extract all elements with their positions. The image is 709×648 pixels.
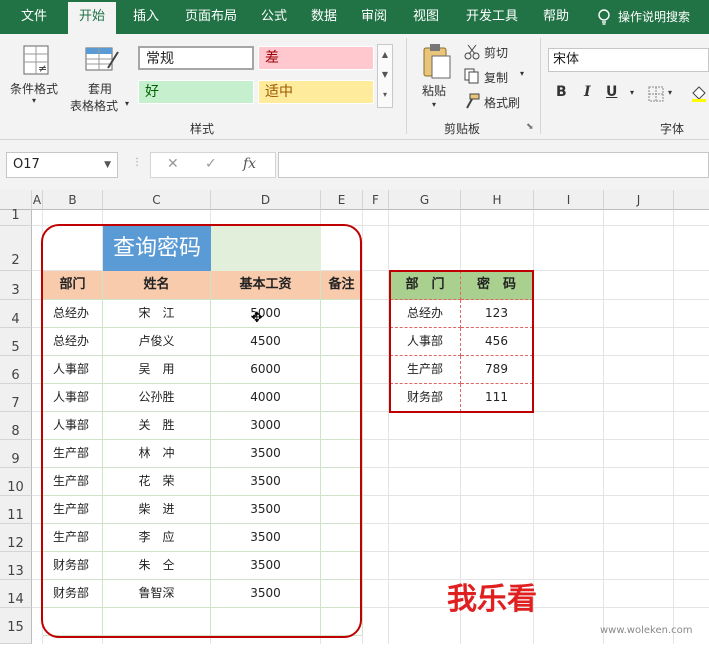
row-header-8[interactable]: 8 (0, 412, 32, 440)
style-normal[interactable]: 常规 (138, 46, 254, 70)
row-header-4[interactable]: 4 (0, 300, 32, 328)
col-header-k[interactable] (674, 190, 709, 210)
formula-buttons: ✕ ✓ fx (150, 152, 276, 178)
col-header-c[interactable]: C (103, 190, 211, 210)
table-format-label-1[interactable]: 套用 (88, 80, 112, 97)
chevron-down-icon: ▾ (630, 88, 635, 97)
enter-icon[interactable]: ✓ (205, 156, 217, 172)
tab-developer[interactable]: 开发工具 (456, 0, 528, 34)
col-header-a[interactable]: A (32, 190, 43, 210)
formula-bar: O17 ▼ ⋮ ✕ ✓ fx (0, 140, 709, 190)
row-header-13[interactable]: 13 (0, 552, 32, 580)
insert-function-icon[interactable]: fx (243, 156, 256, 172)
row-header-1[interactable]: 1 (0, 209, 32, 226)
conditional-format-icon: ≠ (23, 45, 49, 75)
col-header-g[interactable]: G (389, 190, 461, 210)
tab-file[interactable]: 文件 (6, 0, 62, 34)
paste-icon (423, 44, 451, 79)
font-group-label: 字体 (660, 122, 685, 136)
chevron-down-icon: ▼ (104, 160, 111, 170)
underline-button[interactable]: U (606, 84, 617, 100)
row-header-10[interactable]: 10 (0, 468, 32, 496)
tab-data[interactable]: 数据 (302, 0, 346, 34)
tab-page-layout[interactable]: 页面布局 (176, 0, 246, 34)
move-cursor-icon: ✥ (251, 310, 263, 326)
col-header-j[interactable]: J (604, 190, 674, 210)
table-format-label-2[interactable]: 表格格式 (70, 97, 118, 114)
row-header-15[interactable]: 15 (0, 608, 32, 644)
tell-me-search[interactable]: 操作说明搜索 (618, 0, 709, 34)
copy-icon (464, 68, 479, 84)
ribbon-tab-bar: 文件 开始 插入 页面布局 公式 数据 审阅 视图 开发工具 帮助 操作说明搜索 (0, 0, 709, 34)
group-separator (540, 38, 541, 134)
scissors-icon (464, 44, 480, 60)
style-neutral[interactable]: 适中 (258, 80, 374, 104)
chevron-down-icon: ▾ (432, 100, 437, 109)
col-header-f[interactable]: F (363, 190, 389, 210)
conditional-format-button[interactable]: 条件格式 (10, 80, 58, 97)
cut-button[interactable]: 剪切 (484, 44, 508, 61)
bold-button[interactable]: B (556, 84, 567, 100)
ribbon-home: ≠ 条件格式 ▾ 套用 表格格式 ▾ 常规 差 好 适中 ▲ ▼ ▾ 样式 粘贴 ▾… (0, 34, 709, 140)
dialog-launcher-icon[interactable]: ⬊ (526, 122, 534, 132)
employee-table-outline (41, 224, 362, 638)
chevron-down-icon: ▾ (125, 99, 130, 108)
name-box-value: O17 (13, 157, 40, 172)
name-box[interactable]: O17 ▼ (6, 152, 118, 178)
styles-scroll[interactable]: ▲ ▼ ▾ (377, 44, 393, 108)
row-header-12[interactable]: 12 (0, 524, 32, 552)
row-header-11[interactable]: 11 (0, 496, 32, 524)
watermark-logo: 我乐看 (447, 582, 537, 617)
style-bad[interactable]: 差 (258, 46, 374, 70)
borders-icon[interactable] (648, 86, 664, 102)
svg-text:≠: ≠ (38, 62, 47, 75)
formula-input[interactable] (278, 152, 709, 178)
tab-view[interactable]: 视图 (402, 0, 450, 34)
tab-formulas[interactable]: 公式 (252, 0, 296, 34)
row-header-9[interactable]: 9 (0, 440, 32, 468)
tab-insert[interactable]: 插入 (122, 0, 170, 34)
format-painter-icon (466, 93, 480, 109)
tab-home[interactable]: 开始 (68, 2, 116, 34)
row-header-5[interactable]: 5 (0, 328, 32, 356)
chevron-down-icon: ▾ (520, 69, 525, 78)
password-table-outline (389, 270, 534, 413)
col-header-b[interactable]: B (43, 190, 103, 210)
col-header-d[interactable]: D (211, 190, 321, 210)
chevron-down-icon: ▾ (668, 88, 673, 97)
clipboard-group-label: 剪贴板 (444, 122, 481, 136)
paste-button[interactable]: 粘贴 (422, 82, 446, 99)
format-painter-button[interactable]: 格式刷 (484, 94, 520, 111)
lightbulb-icon (598, 9, 610, 25)
drag-handle-icon[interactable]: ⋮ (132, 157, 142, 168)
row-header-6[interactable]: 6 (0, 356, 32, 384)
watermark-url: www.woleken.com (600, 625, 693, 636)
group-separator (406, 38, 407, 134)
style-good[interactable]: 好 (138, 80, 254, 104)
row-header-7[interactable]: 7 (0, 384, 32, 412)
row-header-3[interactable]: 3 (0, 271, 32, 300)
col-header-h[interactable]: H (461, 190, 534, 210)
font-name-select[interactable]: 宋体 (548, 48, 709, 72)
copy-button[interactable]: 复制 (484, 69, 508, 86)
row-header-14[interactable]: 14 (0, 580, 32, 608)
chevron-down-icon: ▾ (32, 96, 37, 105)
tab-help[interactable]: 帮助 (534, 0, 578, 34)
cancel-icon[interactable]: ✕ (167, 156, 179, 172)
table-format-icon (85, 47, 119, 71)
row-header-2[interactable]: 2 (0, 226, 32, 271)
select-all-corner[interactable] (0, 190, 32, 210)
styles-group-label: 样式 (190, 122, 215, 136)
italic-button[interactable]: I (584, 84, 591, 100)
fill-color-icon[interactable] (690, 84, 708, 102)
tab-review[interactable]: 审阅 (352, 0, 396, 34)
col-header-i[interactable]: I (534, 190, 604, 210)
col-header-e[interactable]: E (321, 190, 363, 210)
